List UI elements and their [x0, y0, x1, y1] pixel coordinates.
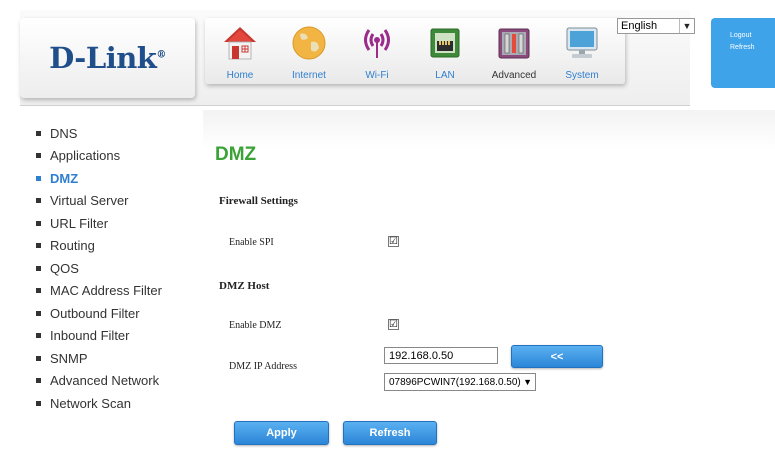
bullet-icon [36, 355, 41, 361]
bullet-icon [36, 243, 41, 249]
bullet-icon [36, 310, 41, 316]
sidebar-item-label: QOS [50, 260, 79, 276]
nav-wifi-label: Wi-Fi [365, 70, 389, 81]
wifi-icon [364, 29, 390, 58]
sidebar-item-label: SNMP [50, 350, 88, 366]
refresh-link[interactable]: Refresh [711, 44, 775, 51]
sidebar-item-qos[interactable]: QOS [36, 257, 196, 280]
bullet-icon [36, 220, 41, 226]
sidebar: DNS Applications DMZ Virtual Server URL … [36, 122, 196, 415]
nav-internet[interactable]: Internet [279, 22, 339, 82]
nav-wifi[interactable]: Wi-Fi [347, 22, 407, 82]
sidebar-item-label: Advanced Network [50, 373, 160, 389]
sidebar-item-snmp[interactable]: SNMP [36, 347, 196, 370]
sidebar-item-label: Inbound Filter [50, 328, 130, 344]
nav-home-label: Home [226, 70, 254, 81]
sidebar-item-label: Network Scan [50, 395, 131, 411]
sidebar-item-label: Outbound Filter [50, 305, 140, 321]
bullet-icon [36, 265, 41, 271]
computer-name-value: 07896PCWIN7(192.168.0.50) [389, 376, 521, 388]
refresh-button[interactable]: Refresh [343, 421, 437, 445]
copy-host-ip-button[interactable]: << [511, 345, 603, 368]
nav-advanced[interactable]: Advanced [484, 22, 544, 82]
sidebar-item-label: Applications [50, 148, 121, 164]
chevron-down-icon: ▼ [679, 19, 694, 33]
nav-internet-label: Internet [292, 70, 326, 81]
enable-dmz-label: Enable DMZ [229, 320, 282, 331]
nav-system[interactable]: System [552, 22, 612, 82]
computer-name-select[interactable]: 07896PCWIN7(192.168.0.50) ▼ [384, 373, 536, 391]
sidebar-item-dns[interactable]: DNS [36, 122, 196, 145]
bullet-icon [36, 198, 41, 204]
sidebar-item-routing[interactable]: Routing [36, 235, 196, 258]
logout-link[interactable]: Logout [711, 32, 775, 39]
sidebar-item-label: DMZ [50, 170, 79, 186]
sidebar-item-label: URL Filter [50, 215, 109, 231]
sidebar-item-dmz[interactable]: DMZ [36, 167, 196, 190]
dmz-ip-address-label: DMZ IP Address [229, 361, 297, 372]
language-select[interactable]: English ▼ [617, 18, 695, 34]
main-nav: Home Internet Wi-Fi LAN Advanced System [205, 18, 625, 84]
bullet-icon [36, 288, 41, 294]
nav-lan[interactable]: LAN [415, 22, 475, 82]
sidebar-item-label: MAC Address Filter [50, 283, 162, 299]
account-panel: Logout Refresh [711, 18, 775, 88]
globe-icon [292, 26, 326, 60]
sidebar-item-label: Virtual Server [50, 193, 129, 209]
nav-home[interactable]: Home [210, 22, 270, 82]
dmz-ip-address-input[interactable] [384, 347, 498, 364]
enable-spi-checkbox[interactable]: ☑ [388, 236, 399, 247]
bullet-icon [36, 378, 41, 384]
apply-button[interactable]: Apply [234, 421, 329, 445]
bullet-icon [36, 400, 41, 406]
home-icon [224, 27, 256, 60]
bullet-icon [36, 333, 41, 339]
lan-icon [430, 28, 460, 58]
main-content [203, 110, 775, 466]
sidebar-item-network-scan[interactable]: Network Scan [36, 392, 196, 415]
sidebar-item-label: Routing [50, 238, 95, 254]
enable-spi-label: Enable SPI [229, 237, 274, 248]
nav-lan-label: LAN [435, 70, 455, 81]
sidebar-item-virtual-server[interactable]: Virtual Server [36, 190, 196, 213]
dlink-logo-text: D-Link® [49, 41, 166, 75]
enable-dmz-checkbox[interactable]: ☑ [388, 319, 399, 330]
sidebar-item-inbound-filter[interactable]: Inbound Filter [36, 325, 196, 348]
sidebar-item-mac-address-filter[interactable]: MAC Address Filter [36, 280, 196, 303]
chevron-down-icon: ▼ [523, 377, 532, 387]
logo: D-Link® [20, 18, 195, 98]
computer-icon [566, 27, 598, 58]
bullet-icon [36, 130, 41, 136]
sidebar-item-advanced-network[interactable]: Advanced Network [36, 370, 196, 393]
sidebar-item-url-filter[interactable]: URL Filter [36, 212, 196, 235]
sidebar-item-applications[interactable]: Applications [36, 145, 196, 168]
nav-advanced-label: Advanced [491, 70, 537, 81]
bullet-icon [36, 153, 41, 159]
advanced-tools-icon [498, 28, 530, 59]
sidebar-item-label: DNS [50, 125, 78, 141]
firewall-settings-heading: Firewall Settings [219, 195, 298, 207]
dmz-host-heading: DMZ Host [219, 280, 270, 292]
bullet-icon [36, 175, 41, 181]
page-title: DMZ [215, 144, 257, 165]
sidebar-item-outbound-filter[interactable]: Outbound Filter [36, 302, 196, 325]
language-value: English [621, 20, 658, 32]
nav-system-label: System [565, 70, 599, 81]
